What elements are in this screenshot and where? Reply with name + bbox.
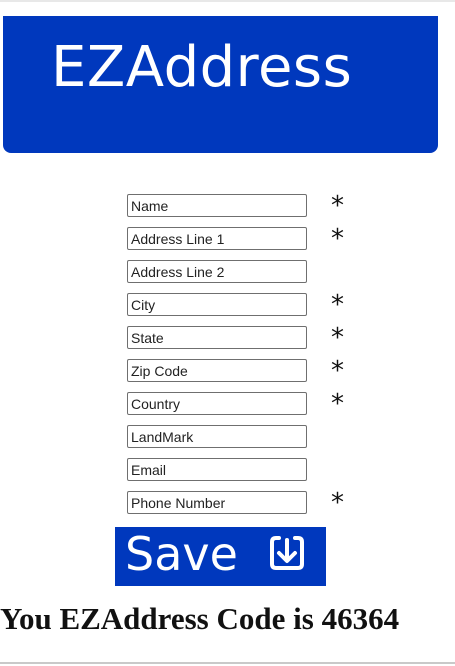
state-field[interactable] bbox=[127, 326, 307, 349]
save-button[interactable]: Save bbox=[115, 527, 326, 586]
required-marker: * bbox=[331, 356, 344, 386]
header-banner: EZAddress bbox=[3, 16, 438, 153]
app-title: EZAddress bbox=[51, 35, 353, 100]
landmark-field[interactable] bbox=[127, 425, 307, 448]
zip-code-field[interactable] bbox=[127, 359, 307, 382]
required-marker: * bbox=[331, 323, 344, 353]
ezaddress-code-message: You EZAddress Code is 46364 bbox=[0, 601, 400, 636]
required-marker: * bbox=[331, 224, 344, 254]
name-field[interactable] bbox=[127, 194, 307, 217]
city-field[interactable] bbox=[127, 293, 307, 316]
required-marker: * bbox=[331, 389, 344, 419]
top-divider bbox=[0, 0, 455, 2]
save-button-label: Save bbox=[125, 527, 238, 581]
country-field[interactable] bbox=[127, 392, 307, 415]
email-field[interactable] bbox=[127, 458, 307, 481]
address-line-1-field[interactable] bbox=[127, 227, 307, 250]
address-line-2-field[interactable] bbox=[127, 260, 307, 283]
download-arrow-icon bbox=[270, 536, 304, 570]
required-marker: * bbox=[331, 290, 344, 320]
required-marker: * bbox=[331, 488, 344, 518]
phone-number-field[interactable] bbox=[127, 491, 307, 514]
bottom-divider bbox=[0, 662, 455, 664]
required-marker: * bbox=[331, 191, 344, 221]
